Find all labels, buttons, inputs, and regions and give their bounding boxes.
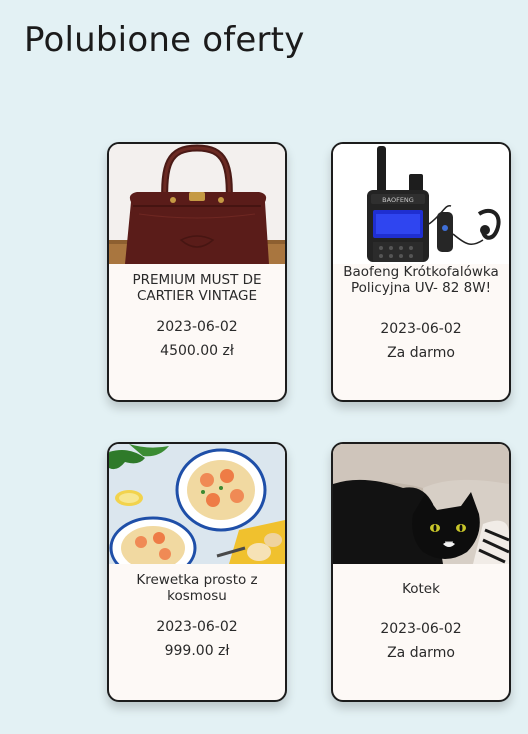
offer-title: Kotek bbox=[402, 581, 440, 597]
offer-title: Krewetka prosto z kosmosu bbox=[136, 572, 258, 604]
offer-date: 2023-06-02 bbox=[380, 321, 462, 337]
offer-price: 999.00 zł bbox=[164, 643, 230, 659]
page-title: Polubione oferty bbox=[24, 20, 305, 60]
handbag-image bbox=[109, 144, 285, 264]
offer-price: Za darmo bbox=[387, 345, 455, 361]
offer-card[interactable]: PREMIUM MUST DE CARTIER VINTAGE 2023-06-… bbox=[107, 142, 287, 402]
offer-date: 2023-06-02 bbox=[380, 621, 462, 637]
handbag-photo bbox=[109, 144, 285, 264]
black-cat-photo bbox=[333, 444, 509, 564]
offer-card[interactable]: Kotek 2023-06-02 Za darmo bbox=[331, 442, 511, 702]
shrimp-dish-photo bbox=[109, 444, 285, 564]
offer-date: 2023-06-02 bbox=[156, 319, 238, 335]
offer-card[interactable]: Krewetka prosto z kosmosu 2023-06-02 999… bbox=[107, 442, 287, 702]
black-cat-image bbox=[333, 444, 509, 564]
offer-title: Baofeng Krótkofalówka Policyjna UV- 82 8… bbox=[343, 264, 499, 296]
svg-text:BAOFENG: BAOFENG bbox=[382, 196, 414, 204]
offer-price: 4500.00 zł bbox=[160, 343, 234, 359]
offer-price: Za darmo bbox=[387, 645, 455, 661]
offer-card[interactable]: BAOFENG Baofeng Krótkofalówka Policyjna … bbox=[331, 142, 511, 402]
offer-title: PREMIUM MUST DE CARTIER VINTAGE bbox=[132, 272, 262, 304]
offer-date: 2023-06-02 bbox=[156, 619, 238, 635]
walkie-talkie-photo: BAOFENG bbox=[333, 144, 509, 264]
walkie-talkie-image: BAOFENG bbox=[333, 144, 509, 264]
shrimp-dish-image bbox=[109, 444, 285, 564]
